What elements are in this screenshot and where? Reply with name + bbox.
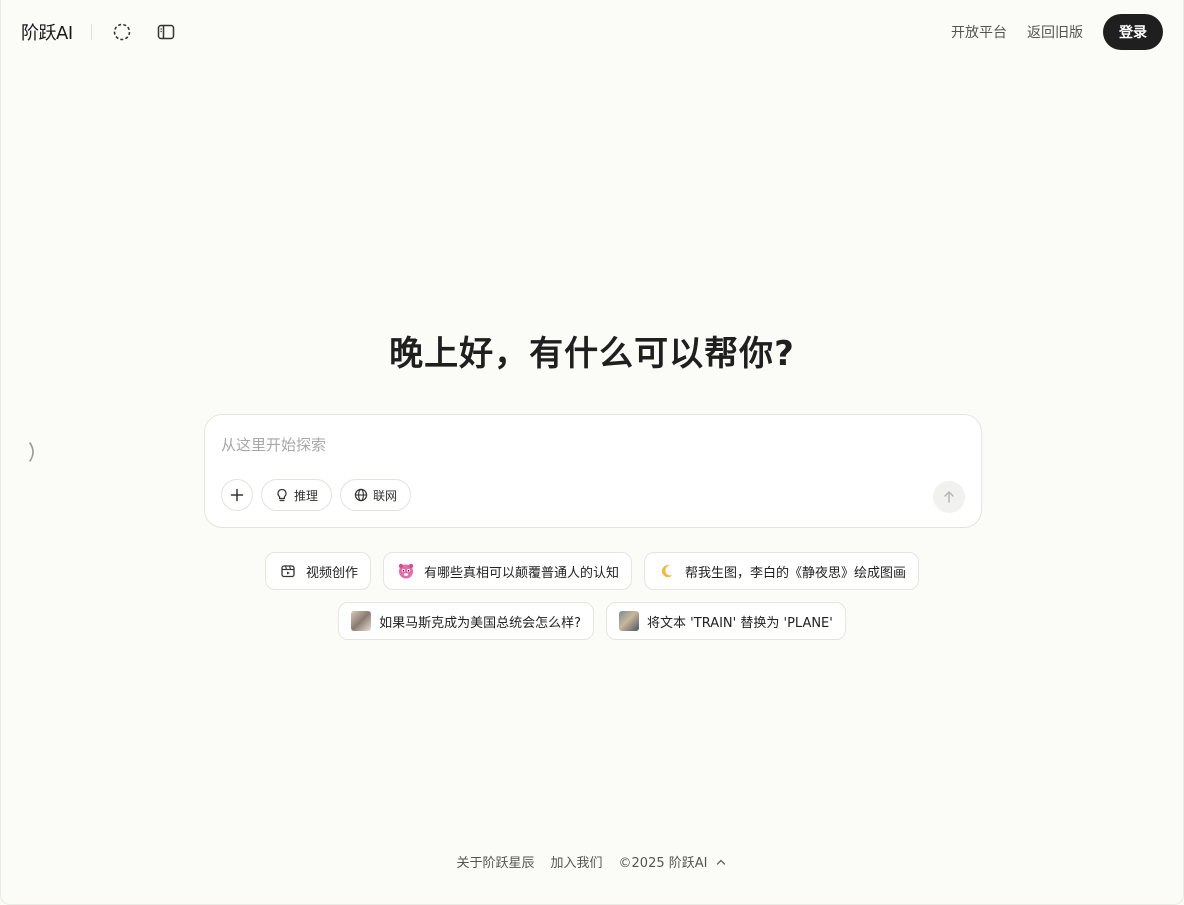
header-right: 开放平台 返回旧版 登录 — [931, 14, 1163, 50]
copyright-text: ©2025 阶跃AI — [618, 856, 708, 871]
suggestion-chip-replace-text[interactable]: 将文本 'TRAIN' 替换为 'PLANE' — [606, 602, 846, 640]
chevron-right-icon — [29, 442, 34, 462]
composer: 推理 联网 — [204, 414, 982, 528]
app-window: 阶跃AI 开放平台 返回旧版 登录 晚上好，有什么可以帮你? 从这里开始探索 推… — [0, 0, 1184, 905]
join-us-link[interactable]: 加入我们 — [551, 852, 603, 871]
web-search-toggle[interactable]: 联网 — [340, 479, 412, 511]
logo[interactable]: 阶跃AI — [21, 19, 73, 45]
dashed-circle-icon — [113, 23, 130, 41]
reasoning-toggle[interactable]: 推理 — [261, 479, 333, 511]
suggestion-label: 将文本 'TRAIN' 替换为 'PLANE' — [647, 615, 833, 631]
photo-thumbnail — [619, 611, 640, 631]
attach-button[interactable] — [221, 479, 253, 511]
web-search-label: 联网 — [373, 488, 398, 503]
suggestion-label: 帮我生图，李白的《静夜思》绘成图画 — [685, 565, 907, 581]
composer-tools: 推理 联网 — [221, 479, 412, 511]
suggestion-chip-truths[interactable]: 有哪些真相可以颠覆普通人的认知 — [382, 552, 632, 590]
suggestion-chip-musk[interactable]: 如果马斯克成为美国总统会怎么样? — [338, 602, 595, 640]
suggestion-label: 视频创作 — [305, 565, 358, 581]
login-button[interactable]: 登录 — [1103, 14, 1163, 50]
open-platform-link[interactable]: 开放平台 — [951, 22, 1007, 42]
sidebar-panel-icon — [157, 24, 174, 40]
footer: 关于阶跃星辰 加入我们 ©2025 阶跃AI — [1, 852, 1183, 871]
photo-thumbnail — [351, 611, 372, 631]
suggestion-chip-video[interactable]: 视频创作 — [264, 552, 371, 590]
plus-icon — [230, 488, 244, 502]
back-to-old-version-link[interactable]: 返回旧版 — [1027, 22, 1083, 42]
copyright-toggle[interactable]: ©2025 阶跃AI — [619, 852, 728, 871]
chevron-up-icon — [717, 859, 726, 865]
header-left: 阶跃AI — [21, 18, 196, 46]
suggestion-row: 如果马斯克成为美国总统会怎么样? 将文本 'TRAIN' 替换为 'PLANE' — [1, 602, 1183, 640]
pink-face-emoji — [396, 561, 416, 581]
prompt-input[interactable] — [221, 433, 911, 457]
send-button[interactable] — [933, 481, 965, 513]
lightbulb-icon — [277, 488, 287, 502]
suggestion-chip-poem-image[interactable]: 帮我生图，李白的《静夜思》绘成图画 — [644, 552, 920, 590]
header-divider — [90, 24, 92, 40]
suggestion-label: 如果马斯克成为美国总统会怎么样? — [379, 615, 582, 631]
new-chat-button[interactable] — [108, 18, 136, 46]
greeting-title: 晚上好，有什么可以帮你? — [389, 334, 795, 374]
suggestion-row: 视频创作 有哪些真相可以颠覆普通人的认知 帮我生图，李白的《静夜思》绘成图画 — [1, 552, 1183, 590]
crescent-moon-emoji — [657, 561, 677, 581]
sidebar-toggle-button[interactable] — [152, 18, 180, 46]
arrow-up-icon — [944, 491, 954, 503]
expand-sidebar-button[interactable] — [25, 440, 41, 464]
about-link[interactable]: 关于阶跃星辰 — [457, 852, 535, 871]
reasoning-label: 推理 — [294, 488, 319, 503]
video-calendar-icon — [278, 561, 298, 581]
suggestion-label: 有哪些真相可以颠覆普通人的认知 — [423, 565, 619, 581]
top-bar: 阶跃AI 开放平台 返回旧版 登录 — [1, 0, 1183, 64]
globe-icon — [354, 488, 368, 502]
